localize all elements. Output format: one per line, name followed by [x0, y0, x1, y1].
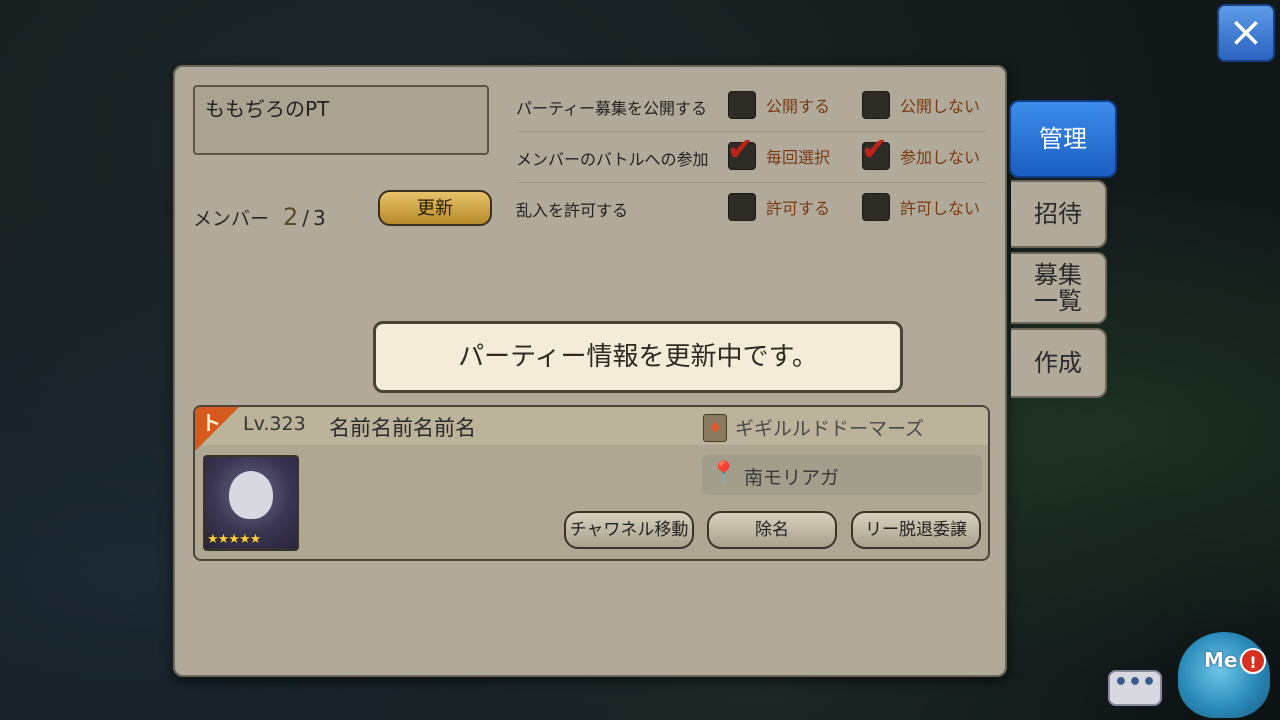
rarity-stars: ★★★★★ — [207, 532, 261, 547]
checkmark-icon: ✔ — [861, 130, 888, 168]
option-label: 公開する — [766, 97, 831, 116]
location-name: 南モリアガ — [744, 467, 840, 489]
close-icon[interactable]: × — [1217, 4, 1275, 62]
transfer-leader-button[interactable]: リー脱退委譲 — [851, 511, 981, 549]
members-separator: / — [302, 206, 310, 230]
member-avatar[interactable]: ★★★★★ — [203, 455, 299, 551]
tab-invite[interactable]: 招待 — [1011, 180, 1107, 248]
member-count: メンバー 2/3 — [193, 203, 326, 231]
members-label: メンバー — [193, 208, 270, 230]
checkmark-icon: ✔ — [727, 130, 754, 168]
setting-row-public: パーティー募集を公開する 公開する 公開しない — [516, 83, 986, 132]
option-label: 毎回選択 — [766, 148, 831, 167]
option-label: 許可する — [766, 199, 831, 218]
setting-label-intrusion: 乱入を許可する — [516, 201, 629, 220]
checkbox-battle-none[interactable]: ✔ — [861, 133, 890, 170]
party-name-field[interactable]: ももぢろのPT — [193, 85, 489, 155]
option-intrusion-yes[interactable]: 許可する — [728, 193, 830, 221]
members-max: 3 — [313, 206, 326, 230]
option-label: 参加しない — [900, 148, 981, 167]
tab-recruit-list[interactable]: 募集 一覧 — [1011, 252, 1107, 324]
mascot-label: Me — [1204, 648, 1238, 672]
setting-label-battle: メンバーのバトルへの参加 — [516, 150, 709, 169]
option-battle-select[interactable]: ✔ 毎回選択 — [727, 133, 831, 170]
checkbox-public-no[interactable] — [862, 91, 890, 119]
checkbox-intrusion-yes[interactable] — [728, 193, 756, 221]
checkbox-public-yes[interactable] — [728, 91, 756, 119]
member-name: 名前名前名前名 — [329, 416, 476, 440]
option-public-yes[interactable]: 公開する — [728, 91, 830, 119]
channel-move-button[interactable]: チャワネル移動 — [564, 511, 694, 549]
option-label: 許可しない — [900, 199, 981, 218]
checkbox-intrusion-no[interactable] — [862, 193, 890, 221]
member-card: ト Lv.323 名前名前名前名 ♦ ギギルルドドーマーズ ★★★★★ 📍 南モ… — [193, 405, 990, 561]
chat-icon[interactable]: ••• — [1108, 670, 1162, 706]
guild-name: ギギルルドドーマーズ — [735, 418, 925, 440]
option-public-no[interactable]: 公開しない — [862, 91, 980, 119]
notification-badge: ! — [1240, 648, 1266, 674]
tab-create[interactable]: 作成 — [1011, 328, 1107, 398]
remove-member-button[interactable]: 除名 — [707, 511, 837, 549]
setting-row-battle: メンバーのバトルへの参加 ✔ 毎回選択 ✔ 参加しない — [516, 133, 986, 183]
location-pin-icon: 📍 — [710, 461, 738, 486]
member-level: Lv.323 — [243, 413, 306, 435]
mascot-menu-icon[interactable] — [1178, 632, 1270, 718]
checkbox-battle-select[interactable]: ✔ — [727, 133, 756, 170]
setting-label-public: パーティー募集を公開する — [516, 99, 708, 118]
update-button[interactable]: 更新 — [378, 190, 492, 226]
guild-emblem-icon: ♦ — [703, 414, 727, 442]
option-battle-none[interactable]: ✔ 参加しない — [861, 133, 981, 170]
party-management-panel: ももぢろのPT メンバー 2/3 更新 パーティー募集を公開する 公開する 公開し… — [173, 65, 1007, 677]
tab-manage[interactable]: 管理 — [1009, 100, 1117, 178]
members-current: 2 — [283, 203, 299, 231]
setting-row-intrusion: 乱入を許可する 許可する 許可しない — [516, 185, 986, 233]
member-location: 📍 南モリアガ — [702, 455, 982, 495]
updating-toast: パーティー情報を更新中です。 — [373, 321, 903, 393]
option-intrusion-no[interactable]: 許可しない — [862, 193, 980, 221]
avatar-face — [229, 471, 273, 519]
option-label: 公開しない — [900, 97, 981, 116]
leader-icon: ト — [201, 411, 221, 435]
